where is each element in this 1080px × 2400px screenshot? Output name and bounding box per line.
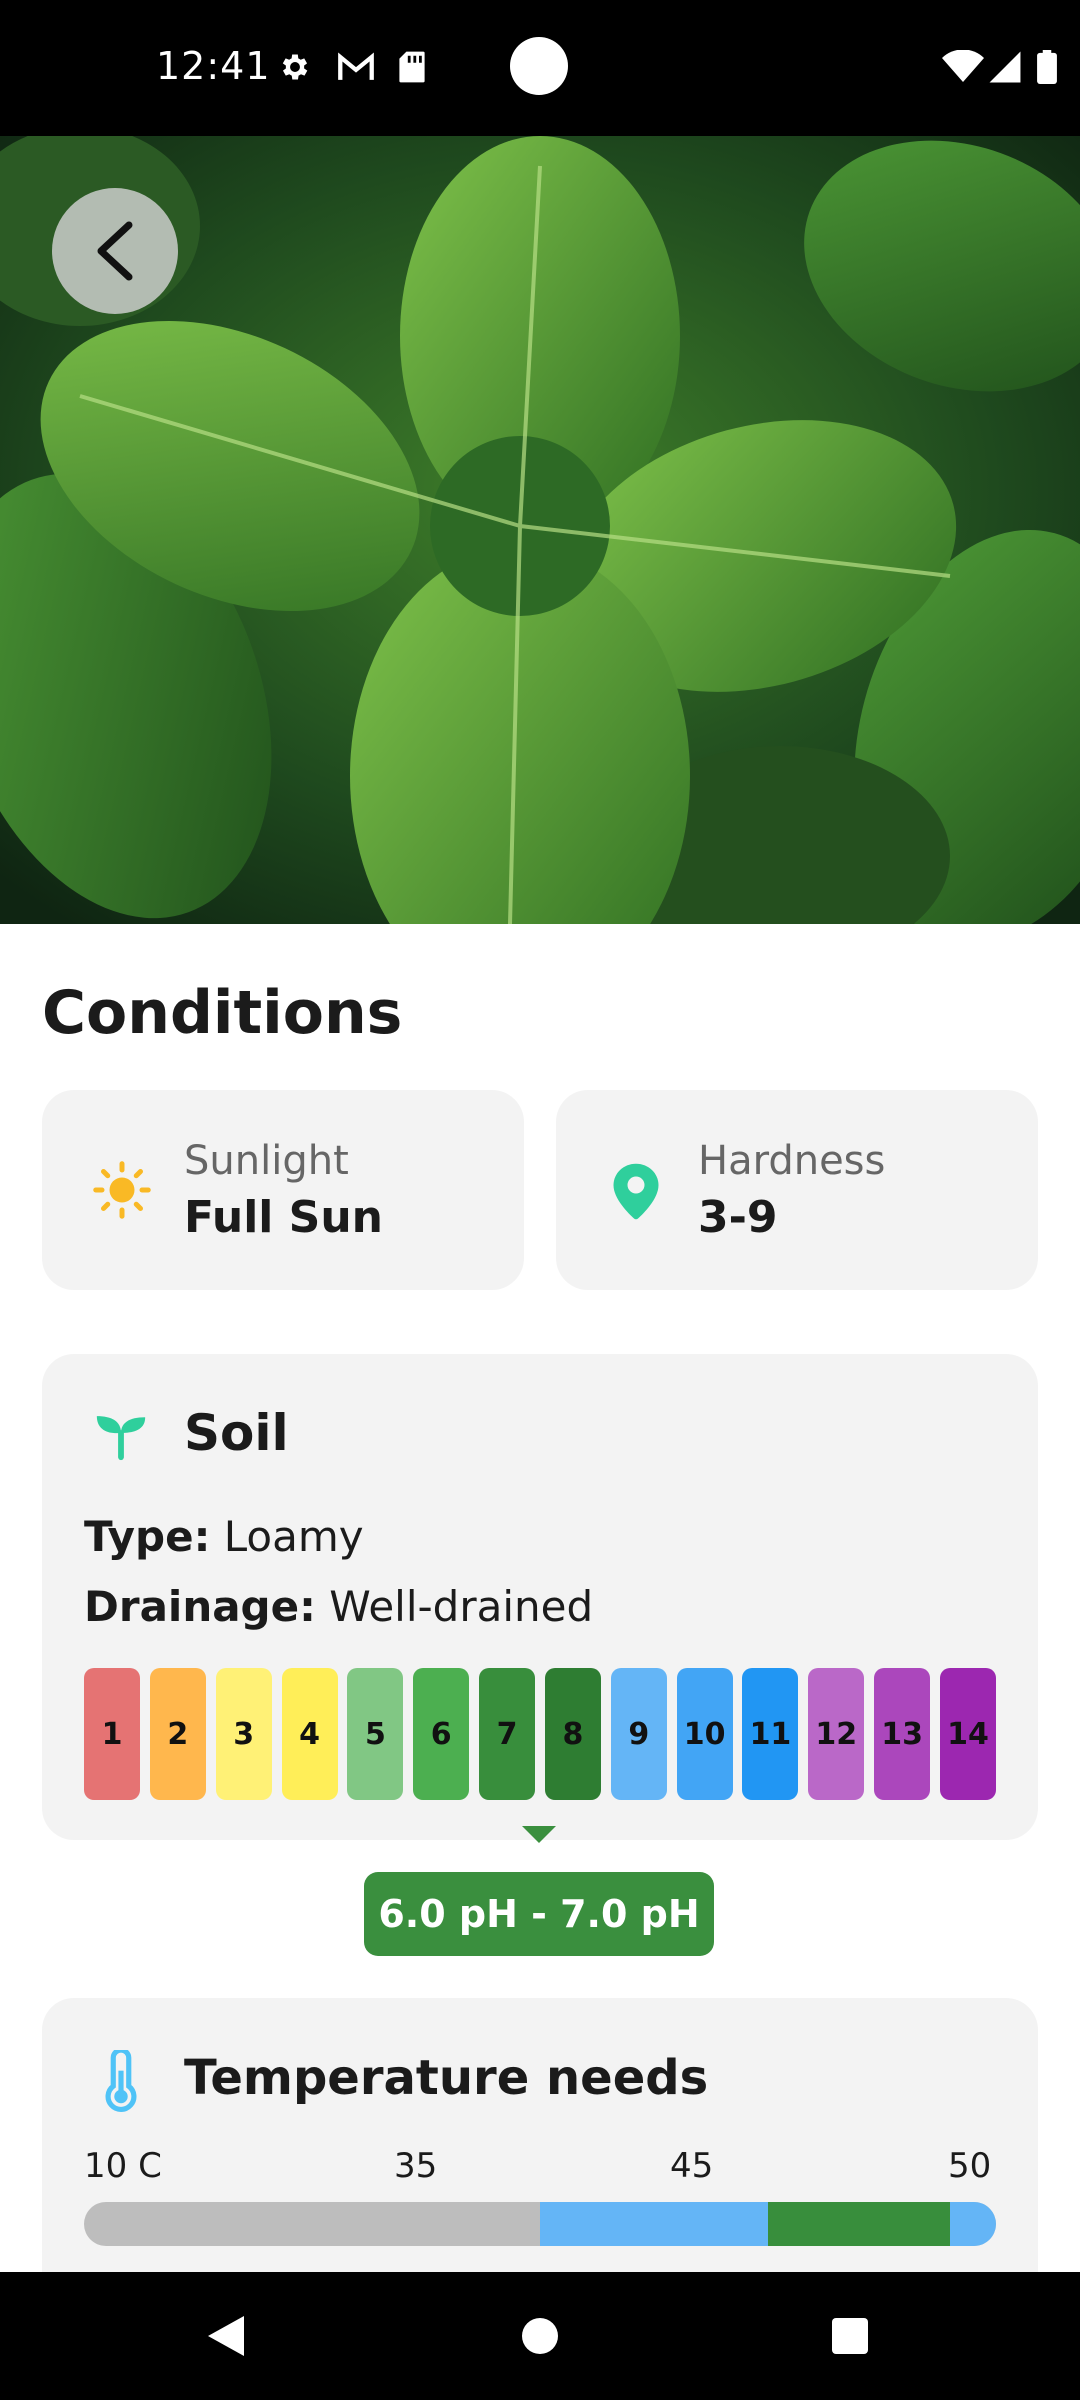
back-button[interactable] (52, 188, 178, 314)
soil-title: Soil (184, 1404, 289, 1462)
sunlight-label: Sunlight (184, 1138, 349, 1184)
temperature-segment (540, 2202, 768, 2246)
sun-icon (93, 1161, 151, 1219)
conditions-title: Conditions (42, 978, 403, 1048)
sprout-icon (96, 1416, 146, 1461)
home-circle-icon (522, 2318, 558, 2354)
temp-tick: 35 (394, 2146, 438, 2186)
ph-level-3: 3 (215, 1668, 272, 1800)
ph-level-11: 11 (742, 1668, 799, 1800)
ph-level-5: 5 (347, 1668, 404, 1800)
ph-pointer-icon (522, 1826, 556, 1843)
nav-back-button[interactable] (190, 2300, 262, 2372)
soil-drainage-value: Well-drained (329, 1582, 594, 1631)
hardness-value: 3-9 (698, 1192, 778, 1243)
temperature-range-bar (84, 2202, 996, 2246)
soil-drainage-label: Drainage: (84, 1582, 316, 1631)
signal-icon (989, 51, 1021, 83)
camera-cutout (510, 37, 568, 95)
soil-type-value: Loamy (223, 1512, 364, 1561)
ph-level-13: 13 (874, 1668, 931, 1800)
ph-level-1: 1 (84, 1668, 140, 1800)
ph-level-4: 4 (281, 1668, 338, 1800)
ph-level-14: 14 (939, 1668, 996, 1800)
temp-tick: 50 (948, 2146, 992, 2186)
back-triangle-icon (208, 2316, 244, 2356)
sunlight-value: Full Sun (184, 1192, 384, 1243)
ph-range-badge: 6.0 pH - 7.0 pH (364, 1872, 714, 1956)
gmail-icon (338, 52, 374, 80)
hardness-card: Hardness 3-9 (556, 1090, 1038, 1290)
chevron-left-icon (97, 221, 133, 281)
temperature-title: Temperature needs (184, 2050, 709, 2106)
sunlight-card: Sunlight Full Sun (42, 1090, 524, 1290)
status-bar: 12:41 (0, 0, 1080, 136)
battery-icon (1037, 50, 1057, 84)
temperature-segment (768, 2202, 951, 2246)
soil-card: Soil Type: Loamy Drainage: Well-drained … (42, 1354, 1038, 1840)
ph-scale: 1 2 3 4 5 6 7 8 9 10 11 12 13 14 (84, 1668, 996, 1800)
wifi-icon (942, 50, 984, 82)
soil-drainage: Drainage: Well-drained (84, 1582, 593, 1631)
temp-tick: 10 C (84, 2146, 162, 2186)
ph-level-9: 9 (610, 1668, 667, 1800)
soil-type-label: Type: (84, 1512, 211, 1561)
ph-level-2: 2 (149, 1668, 206, 1800)
hardness-label: Hardness (698, 1138, 886, 1184)
ph-level-7: 7 (479, 1668, 536, 1800)
ph-level-6: 6 (413, 1668, 470, 1800)
navigation-bar (0, 2272, 1080, 2400)
sd-card-icon (399, 51, 425, 83)
location-pin-icon (613, 1163, 659, 1220)
settings-icon (282, 54, 308, 80)
recents-square-icon (832, 2318, 868, 2354)
ph-level-10: 10 (676, 1668, 733, 1800)
nav-home-button[interactable] (504, 2300, 576, 2372)
nav-recents-button[interactable] (814, 2300, 886, 2372)
ph-level-12: 12 (808, 1668, 865, 1800)
status-time: 12:41 (156, 44, 271, 88)
ph-level-8: 8 (544, 1668, 601, 1800)
temperature-segment (950, 2202, 996, 2246)
thermometer-icon (105, 2050, 137, 2112)
temperature-card: Temperature needs 10 C 35 45 50 (42, 1998, 1038, 2272)
temp-tick: 45 (670, 2146, 714, 2186)
soil-type: Type: Loamy (84, 1512, 364, 1561)
